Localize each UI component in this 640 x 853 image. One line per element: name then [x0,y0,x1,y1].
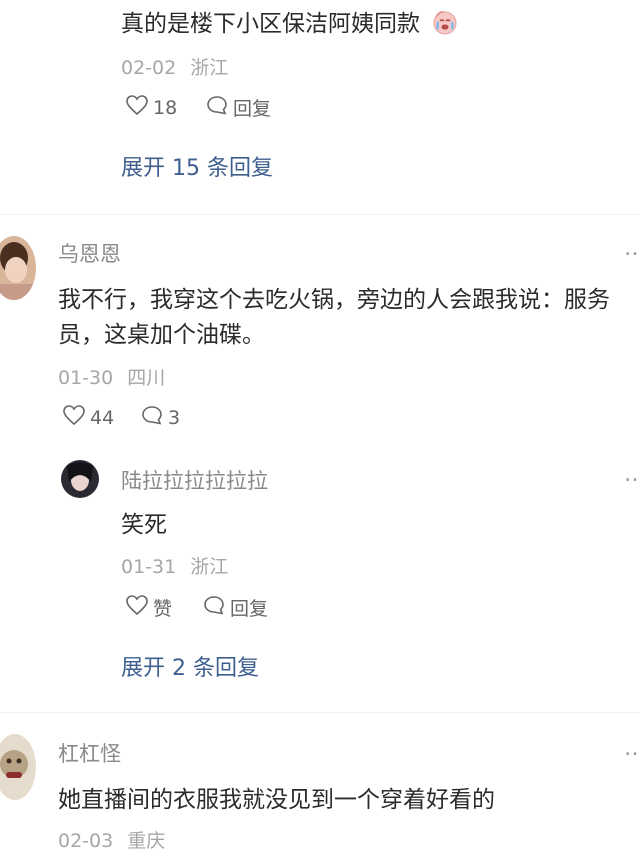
like-button[interactable]: 18 [125,94,177,121]
reply-text: 笑死 [121,512,167,538]
divider [0,214,640,215]
comment-2-meta: 01-30 四川 [58,367,166,389]
reply-avatar[interactable] [61,460,99,498]
comment-bubble-icon [205,94,229,121]
comment-3-text: 她直播间的衣服我就没见到一个穿着好看的 [58,787,495,813]
like-button[interactable]: 44 [62,404,114,431]
avatar[interactable] [0,236,36,300]
heart-icon [125,594,149,621]
username[interactable]: 杠杠怪 [58,738,121,768]
comment-bubble-icon [140,404,164,431]
comment-2-text-line-1: 我不行，我穿这个去吃火锅，旁边的人会跟我说：服务 [58,287,610,313]
more-options-icon[interactable]: … [624,236,640,261]
heart-icon [62,404,86,431]
expand-replies-button[interactable]: 展开 15 条回复 [121,150,273,182]
comment-2-text-line-2: 员，这桌加个油碟。 [58,322,265,348]
reply-button[interactable]: 回复 [202,594,268,621]
avatar[interactable] [0,734,36,800]
like-button[interactable]: 赞 [125,594,172,621]
reply-meta: 01-31 浙江 [121,556,229,578]
reply-button[interactable]: 回复 [205,94,271,121]
comment-count-button[interactable]: 3 [140,404,180,431]
username[interactable]: 乌恩恩 [58,238,121,268]
heart-icon [125,94,149,121]
comment-1-meta: 02-02 浙江 [121,57,229,79]
comment-3-meta: 02-03 重庆 [58,830,166,852]
divider [0,712,640,713]
crying-face-icon [431,9,459,41]
comment-bubble-icon [202,594,226,621]
expand-replies-button[interactable]: 展开 2 条回复 [121,650,259,682]
reply-username[interactable]: 陆拉拉拉拉拉拉 [121,465,268,495]
more-options-icon[interactable]: … [624,462,640,487]
comment-1-text: 真的是楼下小区保洁阿姨同款 [121,4,459,41]
more-options-icon[interactable]: … [624,736,640,761]
